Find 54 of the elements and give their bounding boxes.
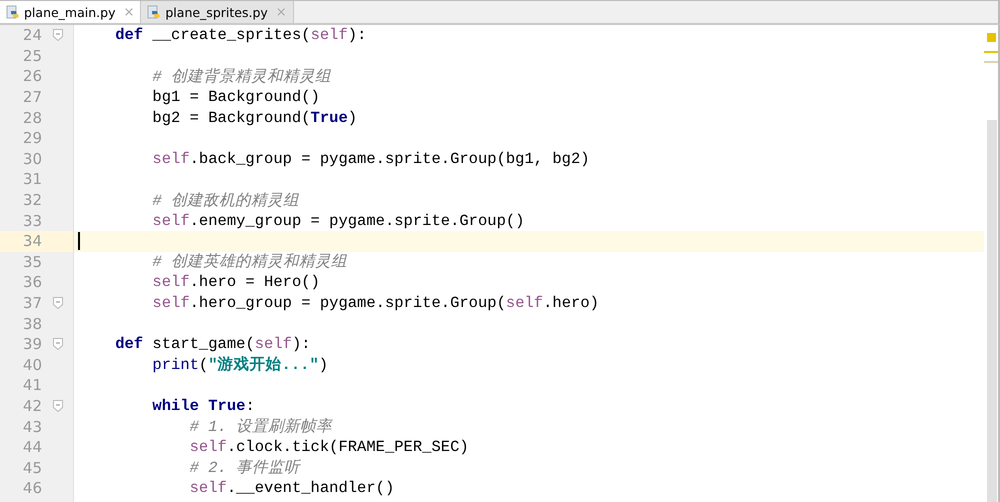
line-number: 35 xyxy=(22,252,42,271)
line-number: 39 xyxy=(22,335,42,354)
line-number: 25 xyxy=(22,46,42,65)
scrollbar[interactable] xyxy=(984,25,1000,502)
line-number: 33 xyxy=(22,212,42,230)
scrollbar-thumb[interactable] xyxy=(987,120,997,502)
file-tab[interactable]: plane_sprites.py × xyxy=(141,1,294,23)
warning-marker xyxy=(987,33,996,42)
code-line: def start_game(self): xyxy=(114,335,311,354)
line-number: 28 xyxy=(22,108,42,127)
error-stripe xyxy=(984,51,998,53)
fold-marker-icon[interactable] xyxy=(52,297,62,310)
line-number: 38 xyxy=(22,314,42,333)
line-number: 29 xyxy=(22,129,42,148)
code-line: # 2. 事件监听 xyxy=(188,458,300,478)
line-number: 41 xyxy=(22,376,42,394)
code-line: self.__event_handler() xyxy=(188,479,394,498)
line-number: 24 xyxy=(22,26,42,44)
code-line: print("游戏开始...") xyxy=(151,355,328,376)
code-line: def __create_sprites(self): xyxy=(114,26,366,44)
line-number: 45 xyxy=(22,458,42,477)
line-number: 31 xyxy=(22,170,42,188)
code-line: bg2 = Background(True) xyxy=(151,108,358,127)
code-line: self.hero_group = pygame.sprite.Group(self.hero) xyxy=(151,294,599,312)
code-line: self.clock.tick(FRAME_PER_SEC) xyxy=(188,438,469,456)
line-number: 44 xyxy=(22,438,42,456)
file-tab[interactable]: plane_main.py × xyxy=(0,1,142,23)
line-number: 34 xyxy=(22,232,42,250)
line-number: 27 xyxy=(22,88,42,106)
line-number: 37 xyxy=(22,294,42,312)
line-number: 46 xyxy=(22,479,42,498)
code-line: bg1 = Background() xyxy=(151,88,320,106)
code-line: # 创建背景精灵和精灵组 xyxy=(151,66,332,87)
line-number: 26 xyxy=(22,67,42,86)
python-file-icon xyxy=(147,5,162,19)
line-number: 42 xyxy=(22,396,42,415)
line-number: 36 xyxy=(22,273,42,292)
fold-marker-icon[interactable] xyxy=(52,29,62,42)
line-number: 32 xyxy=(22,191,42,210)
code-line: self.enemy_group = pygame.sprite.Group() xyxy=(151,212,524,230)
code-line: while True: xyxy=(151,396,255,415)
error-stripe xyxy=(984,61,998,63)
code-line: # 1. 设置刷新帧率 xyxy=(188,417,332,438)
fold-marker-icon[interactable] xyxy=(52,400,62,412)
text-caret xyxy=(78,232,80,250)
code-line: self.hero = Hero() xyxy=(151,273,320,292)
fold-marker-icon[interactable] xyxy=(52,338,62,350)
code-line: # 创建英雄的精灵和精灵组 xyxy=(151,252,348,272)
code-line: self.back_group = pygame.sprite.Group(bg1, bg2) xyxy=(151,150,590,168)
code-line: # 创建敌机的精灵组 xyxy=(151,190,300,211)
line-number: 30 xyxy=(22,150,42,168)
line-number: 40 xyxy=(22,356,42,374)
python-file-icon xyxy=(6,5,20,19)
line-number: 43 xyxy=(22,418,42,436)
